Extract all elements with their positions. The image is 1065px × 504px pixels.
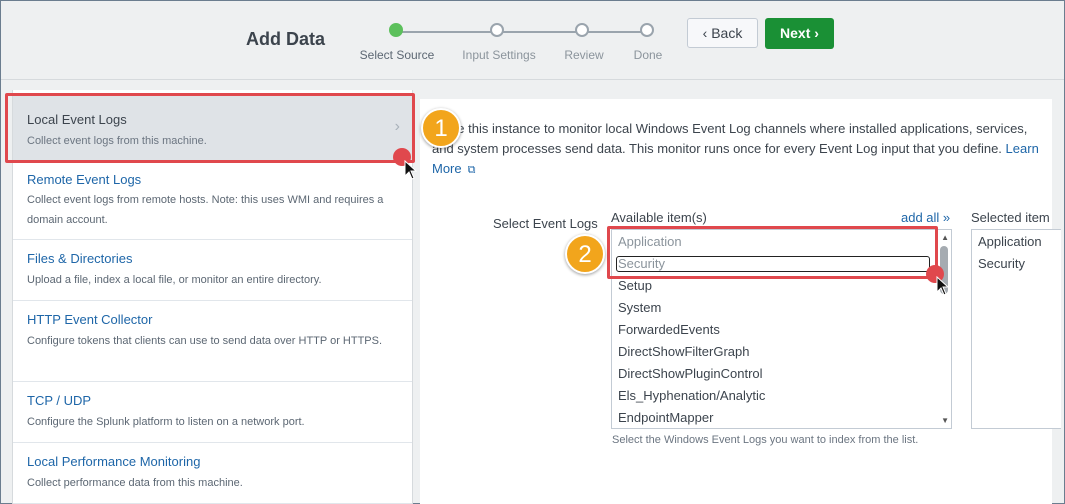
sidebar-item-title: HTTP Event Collector [27, 312, 153, 327]
sidebar-item-title: Local Performance Monitoring [27, 454, 201, 469]
list-item-setup[interactable]: Setup [618, 278, 652, 293]
intro-body: figure this instance to monitor local Wi… [432, 121, 1028, 156]
step-callout-badge: 1 [421, 108, 461, 148]
step-callout-badge: 2 [565, 234, 605, 274]
back-button[interactable]: ‹ Back [687, 18, 758, 48]
step-done-dot [640, 23, 654, 37]
external-link-icon: ⧉ [467, 164, 476, 176]
next-button[interactable]: Next › [765, 18, 834, 49]
selected-items-list[interactable]: Application Security [971, 229, 1061, 429]
list-item-directshow-plugincontrol[interactable]: DirectShowPluginControl [618, 366, 763, 381]
event-logs-hint: Select the Windows Event Logs you want t… [612, 434, 919, 446]
sidebar-item-http-event-collector[interactable]: HTTP Event Collector Configure tokens th… [13, 301, 412, 382]
sidebar-item-title: Remote Event Logs [27, 172, 142, 187]
scroll-up-icon[interactable]: ▲ [941, 233, 949, 242]
sidebar-item-title: TCP / UDP [27, 393, 92, 408]
select-event-logs-label: Select Event Logs [493, 216, 598, 231]
sidebar-item-tcp-udp[interactable]: TCP / UDP Configure the Splunk platform … [13, 382, 412, 443]
intro-text: figure this instance to monitor local Wi… [432, 119, 1042, 180]
page-title: Add Data [246, 29, 326, 49]
main-panel: figure this instance to monitor local Wi… [420, 99, 1061, 504]
available-items-label: Available item(s) [611, 210, 707, 225]
selected-item-security[interactable]: Security [978, 256, 1025, 271]
list-item-system[interactable]: System [618, 300, 661, 315]
back-button-label: Back [711, 25, 743, 41]
step-label-input-settings: Input Settings [462, 48, 536, 62]
step-connector [581, 31, 646, 33]
list-item-forwarded-events[interactable]: ForwardedEvents [618, 322, 720, 337]
sidebar-item-local-performance-monitoring[interactable]: Local Performance Monitoring Collect per… [13, 443, 412, 504]
list-item-directshow-filtergraph[interactable]: DirectShowFilterGraph [618, 344, 750, 359]
selected-item-application[interactable]: Application [978, 234, 1042, 249]
list-item-els-hyphenation[interactable]: Els_Hyphenation/Analytic [618, 388, 765, 403]
sidebar-item-files-directories[interactable]: Files & Directories Upload a file, index… [13, 240, 412, 301]
step-label-done: Done [633, 48, 663, 62]
sidebar-item-desc: Collect performance data from this machi… [27, 477, 243, 489]
chevron-right-icon: › [814, 25, 819, 41]
step-progress: Select Source Input Settings Review Done [356, 23, 676, 73]
selected-items-label: Selected item [971, 210, 1050, 225]
step-select-source-dot [389, 23, 403, 37]
sidebar-item-desc: Configure the Splunk platform to listen … [27, 416, 305, 428]
highlight-box [5, 93, 415, 163]
step-label-review: Review [564, 48, 604, 62]
sidebar-item-desc: Upload a file, index a local file, or mo… [27, 274, 322, 286]
list-item-endpointmapper[interactable]: EndpointMapper [618, 410, 713, 425]
step-label-select-source: Select Source [359, 48, 435, 62]
step-connector [396, 31, 496, 33]
step-input-settings-dot [490, 23, 504, 37]
sidebar-item-desc: Collect event logs from remote hosts. No… [27, 194, 384, 226]
sidebar-item-title: Files & Directories [27, 251, 133, 266]
next-button-label: Next [780, 25, 811, 41]
step-review-dot [575, 23, 589, 37]
highlight-box [607, 226, 938, 279]
sidebar-item-desc: Configure tokens that clients can use to… [27, 335, 383, 347]
header-bar: Add Data Select Source Input Settings Re… [1, 1, 1064, 80]
add-all-link[interactable]: add all » [901, 210, 950, 225]
scroll-down-icon[interactable]: ▼ [941, 416, 949, 425]
chevron-left-icon: ‹ [702, 25, 708, 41]
sidebar-item-remote-event-logs[interactable]: Remote Event Logs Collect event logs fro… [13, 162, 412, 240]
step-connector [496, 31, 581, 33]
